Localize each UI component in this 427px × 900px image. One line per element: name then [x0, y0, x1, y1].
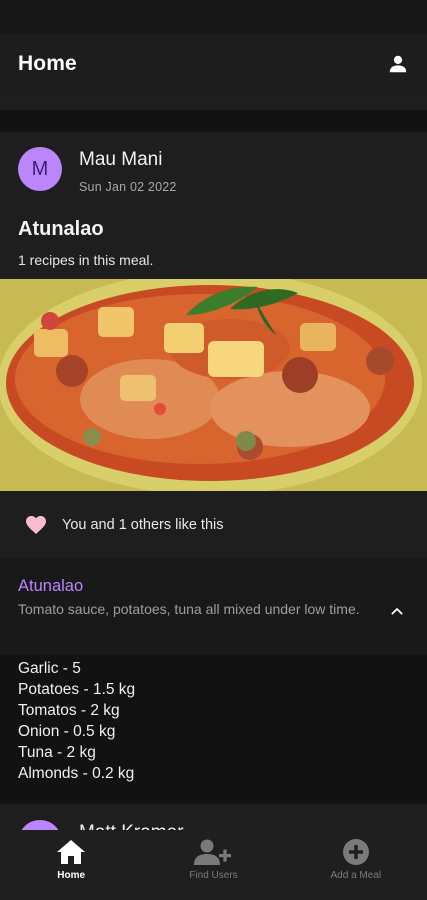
- nav-add-meal[interactable]: Add a Meal: [285, 830, 427, 900]
- ingredient-item: Tomatos - 2 kg: [18, 702, 120, 719]
- status-bar: [0, 0, 427, 34]
- meal-photo[interactable]: [0, 279, 427, 491]
- add-user-icon: [194, 839, 232, 865]
- avatar[interactable]: [18, 820, 62, 830]
- collapse-button[interactable]: [385, 599, 409, 623]
- previous-post-card: [0, 94, 427, 110]
- profile-button[interactable]: [385, 51, 411, 77]
- recipe-description: Tomato sauce, potatoes, tuna all mixed u…: [18, 601, 360, 617]
- bottom-navigation: Home Find Users Add a Meal: [0, 830, 427, 900]
- ingredient-item: Garlic - 5: [18, 660, 81, 677]
- ingredient-item: Tuna - 2 kg: [18, 744, 96, 761]
- nav-home[interactable]: Home: [0, 830, 142, 900]
- feed[interactable]: M Mau Mani Sun Jan 02 2022 Atunalao 1 re…: [0, 94, 427, 830]
- nav-find-users-label: Find Users: [189, 870, 238, 881]
- ingredient-list: Garlic - 5 Potatoes - 1.5 kg Tomatos - 2…: [0, 655, 427, 783]
- heart-icon[interactable]: [24, 513, 48, 537]
- nav-add-meal-label: Add a Meal: [330, 870, 382, 881]
- recipe-name: Atunalao: [18, 577, 84, 595]
- person-icon: [389, 55, 407, 73]
- recipe-expansion-header[interactable]: Atunalao Tomato sauce, potatoes, tuna al…: [0, 559, 427, 655]
- ingredient-item: Almonds - 0.2 kg: [18, 765, 135, 782]
- meal-post-card: M Mau Mani Sun Jan 02 2022 Atunalao 1 re…: [0, 132, 427, 783]
- ingredient-item: Potatoes - 1.5 kg: [18, 681, 136, 698]
- avatar[interactable]: M: [18, 147, 62, 191]
- ingredient-item: Onion - 0.5 kg: [18, 723, 116, 740]
- chevron-up-icon: [391, 608, 403, 615]
- add-circle-icon: [342, 839, 369, 865]
- next-post-card: Matt Kramer: [0, 804, 427, 830]
- recipe-count: 1 recipes in this meal.: [18, 252, 154, 268]
- app-bar: Home: [0, 34, 427, 94]
- nav-find-users[interactable]: Find Users: [142, 830, 284, 900]
- page-title: Home: [18, 52, 77, 75]
- likes-row: You and 1 others like this: [0, 491, 427, 559]
- meal-title: Atunalao: [18, 218, 104, 240]
- post-header: M Mau Mani Sun Jan 02 2022: [0, 132, 427, 206]
- post-date: Sun Jan 02 2022: [79, 180, 177, 194]
- nav-home-label: Home: [57, 870, 86, 881]
- author-name[interactable]: Matt Kramer: [79, 822, 184, 830]
- likes-text: You and 1 others like this: [62, 517, 224, 533]
- author-name[interactable]: Mau Mani: [79, 149, 177, 171]
- home-icon: [57, 840, 86, 864]
